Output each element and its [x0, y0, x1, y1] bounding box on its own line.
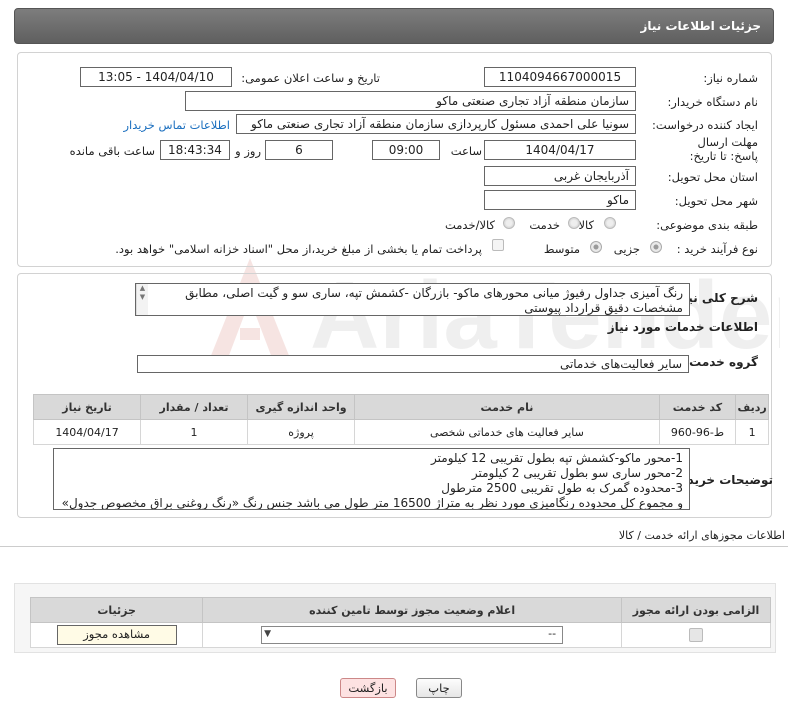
col-service-code: کد خدمت: [658, 394, 737, 420]
buyer-note-line: و مجموع کل محدوده رنگامیزی مورد نظر به م…: [61, 496, 683, 510]
services-section-title: اطلاعات خدمات مورد نیاز: [607, 320, 758, 334]
page-title: جزئیات اطلاعات نیاز: [640, 19, 761, 33]
announce-label: تاریخ و ساعت اعلان عمومی:: [241, 71, 380, 85]
category-radio-service[interactable]: [568, 217, 580, 229]
permits-table: الزامی بودن ارائه مجوز اعلام وضعیت مجوز …: [29, 597, 771, 648]
deadline-time-label: ساعت: [450, 144, 482, 158]
time-remaining-label: ساعت باقی مانده: [69, 144, 155, 158]
permits-header-row: الزامی بودن ارائه مجوز اعلام وضعیت مجوز …: [29, 597, 771, 623]
cell-quantity: 1: [140, 419, 249, 445]
days-label: روز و: [235, 144, 261, 158]
cell-service-name: سایر فعالیت های خدماتی شخصی: [354, 419, 660, 445]
col-permit-details: جزئیات: [29, 597, 204, 623]
process-option-medium: متوسط: [543, 242, 580, 256]
scroll-arrows-icon: ▲ ▼: [139, 284, 146, 301]
permit-status-value: --: [548, 627, 557, 640]
days-remaining-field: 6: [265, 140, 333, 160]
col-permit-status: اعلام وضعیت مجوز توسط تامین کننده: [202, 597, 623, 623]
buyer-org-field: سازمان منطقه آزاد تجاری صنعتی ماکو: [185, 91, 636, 111]
cell-service-code: ط-96-960: [658, 419, 737, 445]
cell-permit-required: [621, 622, 771, 648]
service-group-label: گروه خدمت:: [684, 355, 758, 369]
buyer-note-line: 2-محور ساری سو بطول تقریبی 2 کیلومتر: [471, 466, 683, 480]
service-group-field: سایر فعالیت‌های خدماتی: [137, 355, 689, 373]
col-unit: واحد اندازه گیری: [247, 394, 356, 420]
cell-permit-status: ▼ --: [202, 622, 623, 648]
services-table: ردیف کد خدمت نام خدمت واحد اندازه گیری ت…: [32, 394, 769, 445]
buyer-contact-link[interactable]: اطلاعات تماس خریدار: [123, 118, 230, 132]
buyer-org-label: نام دستگاه خریدار:: [667, 95, 758, 109]
col-permit-required: الزامی بودن ارائه مجوز: [621, 597, 771, 623]
process-type-label: نوع فرآیند خرید :: [676, 242, 758, 256]
category-radio-goods-service[interactable]: [503, 217, 515, 229]
province-field: آذربایجان غربی: [484, 166, 636, 186]
permit-required-checkbox[interactable]: [689, 628, 704, 642]
city-field: ماکو: [484, 190, 636, 210]
category-radio-goods[interactable]: [604, 217, 616, 229]
col-row: ردیف: [735, 394, 769, 420]
permit-status-select[interactable]: ▼ --: [261, 626, 564, 644]
treasury-payment-note: پرداخت تمام یا بخشی از مبلغ خرید،از محل …: [115, 242, 482, 256]
creator-label: ایجاد کننده درخواست:: [652, 118, 758, 132]
section-divider: [0, 546, 788, 547]
process-radio-medium[interactable]: [590, 241, 602, 253]
chevron-down-icon: ▼: [264, 629, 272, 639]
print-button[interactable]: چاپ: [416, 678, 462, 698]
treasury-payment-checkbox[interactable]: [492, 239, 504, 251]
need-number-label: شماره نیاز:: [703, 71, 758, 85]
table-row: 1 ط-96-960 سایر فعالیت های خدماتی شخصی پ…: [32, 419, 769, 445]
table-header-row: ردیف کد خدمت نام خدمت واحد اندازه گیری ت…: [32, 394, 769, 420]
category-option-service: خدمت: [529, 218, 560, 232]
col-service-name: نام خدمت: [354, 394, 660, 420]
deadline-time-field: 09:00: [372, 140, 440, 160]
time-remaining-field: 18:43:34: [160, 140, 230, 160]
col-need-date: تاریخ نیاز: [32, 394, 142, 420]
process-radio-minor[interactable]: [650, 241, 662, 253]
province-label: استان محل تحویل:: [667, 170, 758, 184]
permits-section-title: اطلاعات مجوزهای ارائه خدمت / کالا: [618, 529, 785, 542]
summary-scrollbar[interactable]: ▲ ▼: [136, 284, 148, 315]
cell-need-date: 1404/04/17: [32, 419, 142, 445]
col-quantity: تعداد / مقدار: [140, 394, 249, 420]
cell-permit-details: مشاهده مجوز: [29, 622, 204, 648]
process-option-minor: جزیی: [613, 242, 640, 256]
cell-row: 1: [735, 419, 769, 445]
page-header: جزئیات اطلاعات نیاز: [14, 8, 774, 44]
table-row: ▼ -- مشاهده مجوز: [29, 622, 771, 648]
category-option-goods: کالا: [578, 218, 594, 232]
cell-unit: پروژه: [247, 419, 356, 445]
buyer-notes-box: 1-محور ماکو-کشمش تپه بطول تقریبی 12 کیلو…: [53, 448, 690, 510]
category-option-goods-service: کالا/خدمت: [444, 218, 495, 232]
deadline-label: مهلت ارسال پاسخ: تا تاریخ:: [689, 135, 758, 163]
need-number-field: 1104094667000015: [484, 67, 636, 87]
summary-textarea[interactable]: رنگ آمیزی جداول رفیوژ میانی محورهای ماکو…: [135, 283, 690, 316]
creator-field: سونیا علی احمدی مسئول کارپردازی سازمان م…: [236, 114, 636, 134]
back-button[interactable]: بازگشت: [340, 678, 396, 698]
buyer-note-line: 3-محدوده گمرک به طول تقریبی 2500 مترطول: [441, 481, 683, 495]
category-label: طبقه بندی موضوعی:: [656, 218, 758, 232]
view-permit-button[interactable]: مشاهده مجوز: [56, 625, 177, 645]
deadline-date-field: 1404/04/17: [484, 140, 636, 160]
buyer-note-line: 1-محور ماکو-کشمش تپه بطول تقریبی 12 کیلو…: [431, 451, 683, 465]
city-label: شهر محل تحویل:: [674, 194, 758, 208]
announce-field: 1404/04/10 - 13:05: [80, 67, 232, 87]
